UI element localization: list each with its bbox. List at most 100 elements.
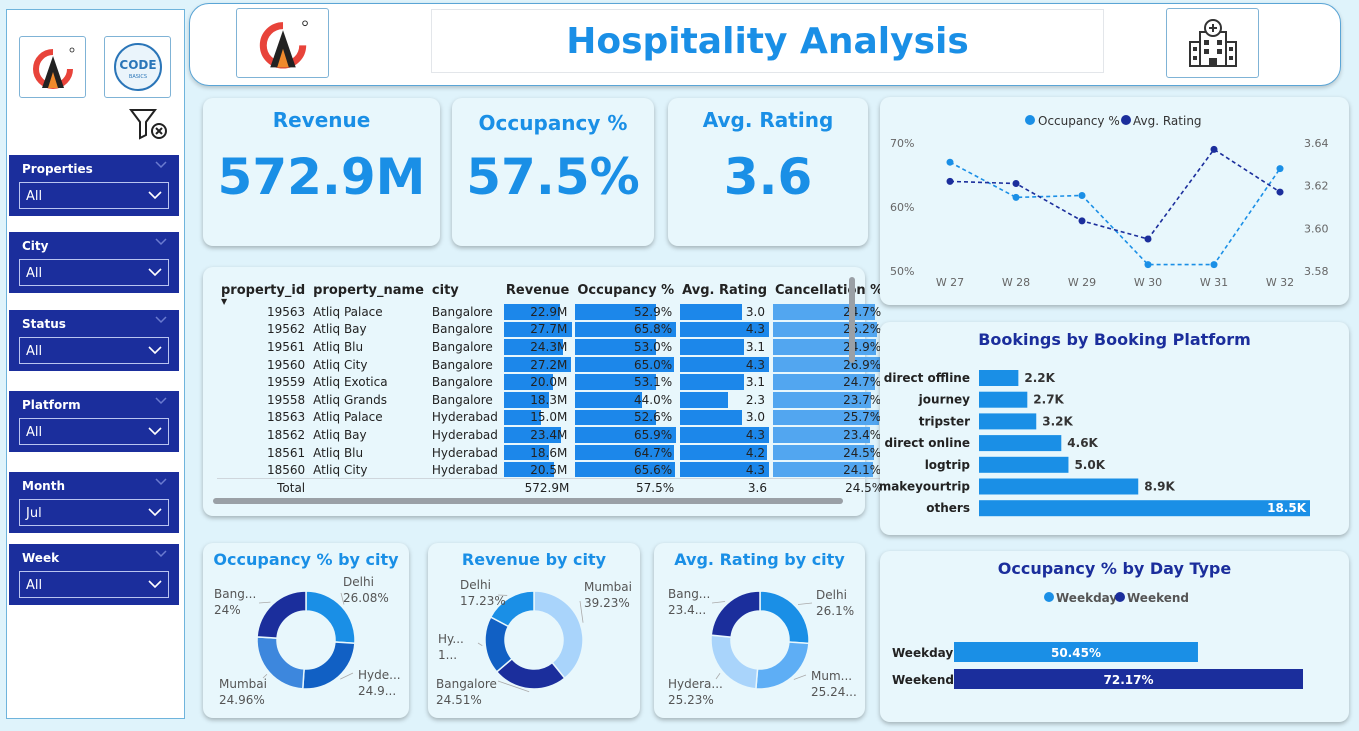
donut-slice	[755, 641, 810, 690]
occupancy-kpi-card[interactable]: Occupancy % 57.5%	[452, 98, 654, 246]
donut-slice	[710, 590, 761, 638]
bar	[979, 500, 1310, 517]
revenue-kpi-card[interactable]: Revenue 572.9M	[203, 98, 440, 246]
cell-occupancy: 53.0%	[573, 338, 678, 356]
table-row[interactable]: 19562 Atliq Bay Bangalore 27.7M 65.8% 4.3 25.2…	[217, 321, 887, 339]
cancellation-value: 24.9%	[843, 339, 882, 354]
slicer-dropdown[interactable]: All	[19, 182, 169, 209]
cell-city: Bangalore	[431, 357, 493, 372]
col-header-city[interactable]: city	[428, 277, 502, 303]
slicer-dropdown[interactable]: All	[19, 259, 169, 286]
table-row[interactable]: 19560 Atliq City Bangalore 27.2M 65.0% 4.3 26.…	[217, 356, 887, 374]
chevron-down-icon	[148, 346, 162, 355]
cell-rating: 4.3	[678, 321, 771, 339]
cell-cancellation: 25.7%	[771, 409, 887, 427]
kpi-title: Avg. Rating	[702, 108, 834, 132]
data-point	[1012, 193, 1020, 201]
chevron-up-icon[interactable]	[155, 550, 167, 558]
slicer-value: All	[26, 578, 43, 593]
total-rating: 3.6	[678, 478, 772, 497]
total-occupancy: 57.5%	[573, 478, 679, 497]
chevron-up-icon[interactable]	[155, 397, 167, 405]
rating-value: 4.3	[745, 462, 766, 477]
table-total-row: Total 572.9M 57.5% 3.6 24.5%	[217, 478, 888, 497]
data-label: 2.7K	[1033, 393, 1064, 407]
cell-cancellation: 24.9%	[771, 338, 887, 356]
cell-property-name: Atliq Blu	[313, 445, 364, 460]
y-right-tick-label: 3.60	[1304, 222, 1329, 235]
kpi-title: Occupancy %	[478, 111, 628, 135]
atliq-logo-icon	[32, 47, 74, 89]
cell-city: Bangalore	[431, 392, 493, 407]
slice-label: Mum...	[811, 669, 852, 683]
rating-by-city-card: Avg. Rating by city Delhi 26.1% Mum... 25.2…	[654, 543, 865, 718]
table-row[interactable]: 19558 Atliq Grands Bangalore 18.3M 44.0% 2.3 2…	[217, 391, 887, 409]
data-point	[1078, 191, 1086, 199]
chevron-up-icon[interactable]	[155, 161, 167, 169]
clear-filter-icon[interactable]	[129, 107, 169, 141]
cell-property-name: Atliq Blu	[313, 339, 364, 354]
chevron-down-icon	[148, 191, 162, 200]
cancellation-value: 24.7%	[843, 304, 882, 319]
table-row[interactable]: 18560 Atliq City Hyderabad 20.5M 65.6% 4.3 24.…	[217, 461, 887, 479]
slice-value: 24.9...	[358, 684, 396, 698]
slicer-label: Month	[22, 479, 66, 493]
legend-label: Avg. Rating	[1133, 114, 1202, 128]
slicer-label: Properties	[22, 162, 93, 176]
slice-value: 26.1%	[816, 604, 854, 618]
cell-city: Bangalore	[431, 339, 493, 354]
col-header-rating[interactable]: Avg. Rating	[678, 277, 771, 303]
slicer-label: Platform	[22, 398, 81, 412]
col-header-property-id[interactable]: property_id ▼	[217, 277, 309, 307]
chevron-up-icon[interactable]	[155, 238, 167, 246]
cancellation-value: 23.7%	[843, 392, 882, 407]
rating-value: 4.3	[745, 357, 766, 372]
legend-label: Occupancy %	[1038, 114, 1120, 128]
table-row[interactable]: 18562 Atliq Bay Hyderabad 23.4M 65.9% 4.3 23.4…	[217, 426, 887, 444]
cancellation-value: 23.4%	[843, 427, 882, 442]
cancellation-value: 26.9%	[843, 357, 882, 372]
data-label: 5.0K	[1074, 458, 1105, 472]
cell-revenue: 27.2M	[502, 356, 573, 374]
cell-cancellation: 23.4%	[771, 426, 887, 444]
cell-property-name: Atliq Palace	[313, 410, 383, 425]
cell-property-id: 19562	[266, 322, 306, 337]
col-header-occupancy[interactable]: Occupancy %	[573, 277, 678, 303]
platform-bar-chart: direct offline 2.2K journey 2.7K tripster 3.2…	[880, 370, 1310, 517]
horizontal-scrollbar[interactable]	[213, 498, 843, 504]
series-line-rating	[949, 148, 1281, 240]
data-label: 8.9K	[1144, 480, 1175, 494]
cell-cancellation: 24.5%	[771, 444, 887, 462]
slicer-status: Status All	[9, 310, 179, 371]
chevron-up-icon[interactable]	[155, 478, 167, 486]
rating-kpi-card[interactable]: Avg. Rating 3.6	[668, 98, 868, 246]
table-row[interactable]: 19563 Atliq Palace Bangalore 22.9M 52.9% 3.0 2…	[217, 303, 887, 321]
table-row[interactable]: 19559 Atliq Exotica Bangalore 20.0M 53.1% 3.1…	[217, 373, 887, 391]
cell-revenue: 20.5M	[502, 461, 573, 479]
col-header-cancellation[interactable]: Cancellation %	[771, 277, 887, 303]
slice-label: Bang...	[668, 587, 710, 601]
col-header-revenue[interactable]: Revenue	[502, 277, 573, 303]
bar	[979, 435, 1062, 452]
category-label: Weekend	[892, 673, 954, 687]
chevron-up-icon[interactable]	[155, 316, 167, 324]
rating-value: 2.3	[745, 392, 766, 407]
atliq-logo-icon	[259, 20, 308, 69]
x-tick-label: W 30	[1134, 276, 1162, 289]
leader-line	[797, 602, 813, 605]
slicer-properties: Properties All	[9, 155, 179, 216]
table-row[interactable]: 18563 Atliq Palace Hyderabad 15.0M 52.6% 3.0 2…	[217, 409, 887, 427]
slicer-dropdown[interactable]: Jul	[19, 499, 169, 526]
total-label: Total	[217, 478, 310, 497]
table-row[interactable]: 19561 Atliq Blu Bangalore 24.3M 53.0% 3.1 24.9…	[217, 338, 887, 356]
occupancy-by-city-donut: Delhi 26.08% Hyde... 24.9... Mumbai 24.96% Ban…	[214, 575, 401, 707]
table-row[interactable]: 18561 Atliq Blu Hyderabad 18.6M 64.7% 4.2 24.5…	[217, 444, 887, 462]
slicer-dropdown[interactable]: All	[19, 337, 169, 364]
col-header-property-name[interactable]: property_name	[309, 277, 428, 303]
revenue-value: 27.2M	[530, 357, 568, 372]
category-label: others	[926, 501, 970, 515]
slicer-dropdown[interactable]: All	[19, 418, 169, 445]
vertical-scrollbar[interactable]	[849, 277, 855, 363]
slicer-dropdown[interactable]: All	[19, 571, 169, 598]
cell-cancellation: 25.2%	[771, 321, 887, 339]
